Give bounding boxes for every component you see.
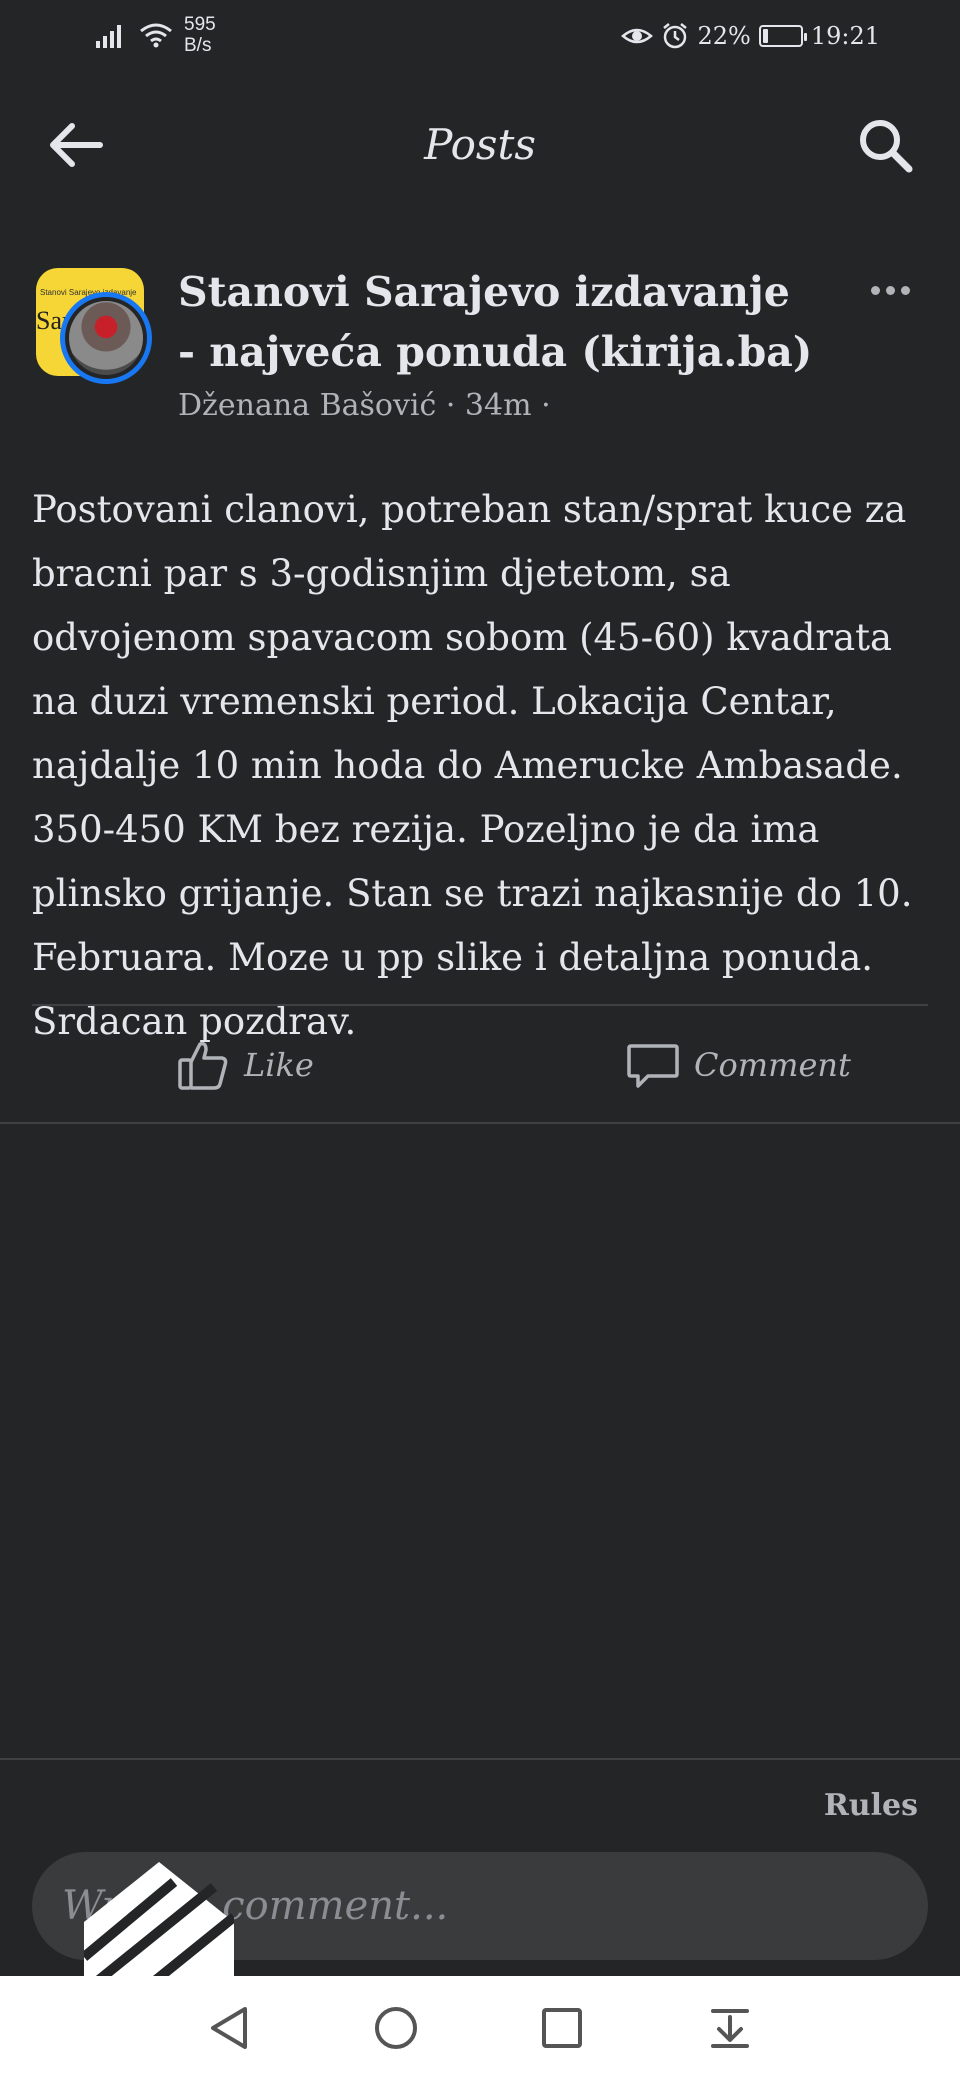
meta-separator: · [541, 388, 551, 423]
pull-down-icon [711, 2009, 749, 2048]
meta-separator: · [445, 388, 465, 423]
system-nav-bar [0, 1976, 960, 2080]
post-actions: Like Comment [0, 1010, 960, 1120]
triangle-back-icon [211, 2007, 247, 2049]
group-name-link[interactable]: Stanovi Sarajevo izdavanje - najveća pon… [178, 262, 818, 382]
thumbs-up-icon [178, 1041, 228, 1090]
circle-home-icon [375, 2007, 417, 2049]
battery-level [762, 29, 768, 43]
square-recents-icon [542, 2008, 582, 2048]
divider [32, 1004, 928, 1006]
network-speed-value: 595 [184, 14, 216, 35]
rules-link[interactable]: Rules [824, 1788, 918, 1823]
comment-button[interactable]: Comment [626, 1030, 851, 1100]
clock: 19:21 [810, 22, 880, 50]
wifi-icon [140, 23, 172, 48]
nav-back-button[interactable] [200, 1998, 260, 2058]
like-label: Like [244, 1046, 314, 1084]
dot-icon [870, 285, 880, 295]
dot-icon [885, 285, 895, 295]
network-speed: 595 B/s [184, 14, 216, 56]
author-name[interactable]: Dženana Bašović [178, 388, 436, 423]
nav-notification-button[interactable] [700, 1998, 760, 2058]
dot-icon [900, 285, 910, 295]
signal-icon [96, 25, 121, 48]
like-button[interactable]: Like [176, 1030, 314, 1100]
nav-home-button[interactable] [366, 1998, 426, 2058]
post-time: 34m [464, 388, 532, 423]
comment-label: Comment [694, 1046, 851, 1084]
nav-recents-button[interactable] [532, 1998, 592, 2058]
more-options-button[interactable] [860, 270, 920, 310]
comment-bubble-icon [627, 1044, 679, 1088]
top-app-bar: Posts [0, 90, 960, 200]
divider [0, 1758, 960, 1760]
status-right: 22% 19:21 [621, 22, 880, 50]
network-speed-unit: B/s [184, 35, 212, 56]
post-header: Stanovi Sarajevo izdavanje Sar Stanovi S… [0, 262, 960, 442]
battery-icon [758, 25, 807, 47]
battery-percent: 22% [697, 22, 751, 50]
author-photo [69, 301, 143, 375]
search-button[interactable] [850, 115, 920, 175]
post-body: Postovani clanovi, potreban stan/sprat k… [32, 488, 913, 1043]
page-title: Posts [424, 120, 536, 169]
eye-icon [621, 28, 654, 44]
post-meta: Dženana Bašović · 34m · [178, 388, 551, 423]
divider [0, 1122, 960, 1124]
author-avatar[interactable] [60, 292, 152, 384]
alarm-icon [663, 23, 688, 49]
search-icon [860, 120, 913, 173]
status-left: 595 B/s [94, 14, 216, 56]
status-bar: 595 B/s 22% 19:21 [0, 0, 960, 80]
